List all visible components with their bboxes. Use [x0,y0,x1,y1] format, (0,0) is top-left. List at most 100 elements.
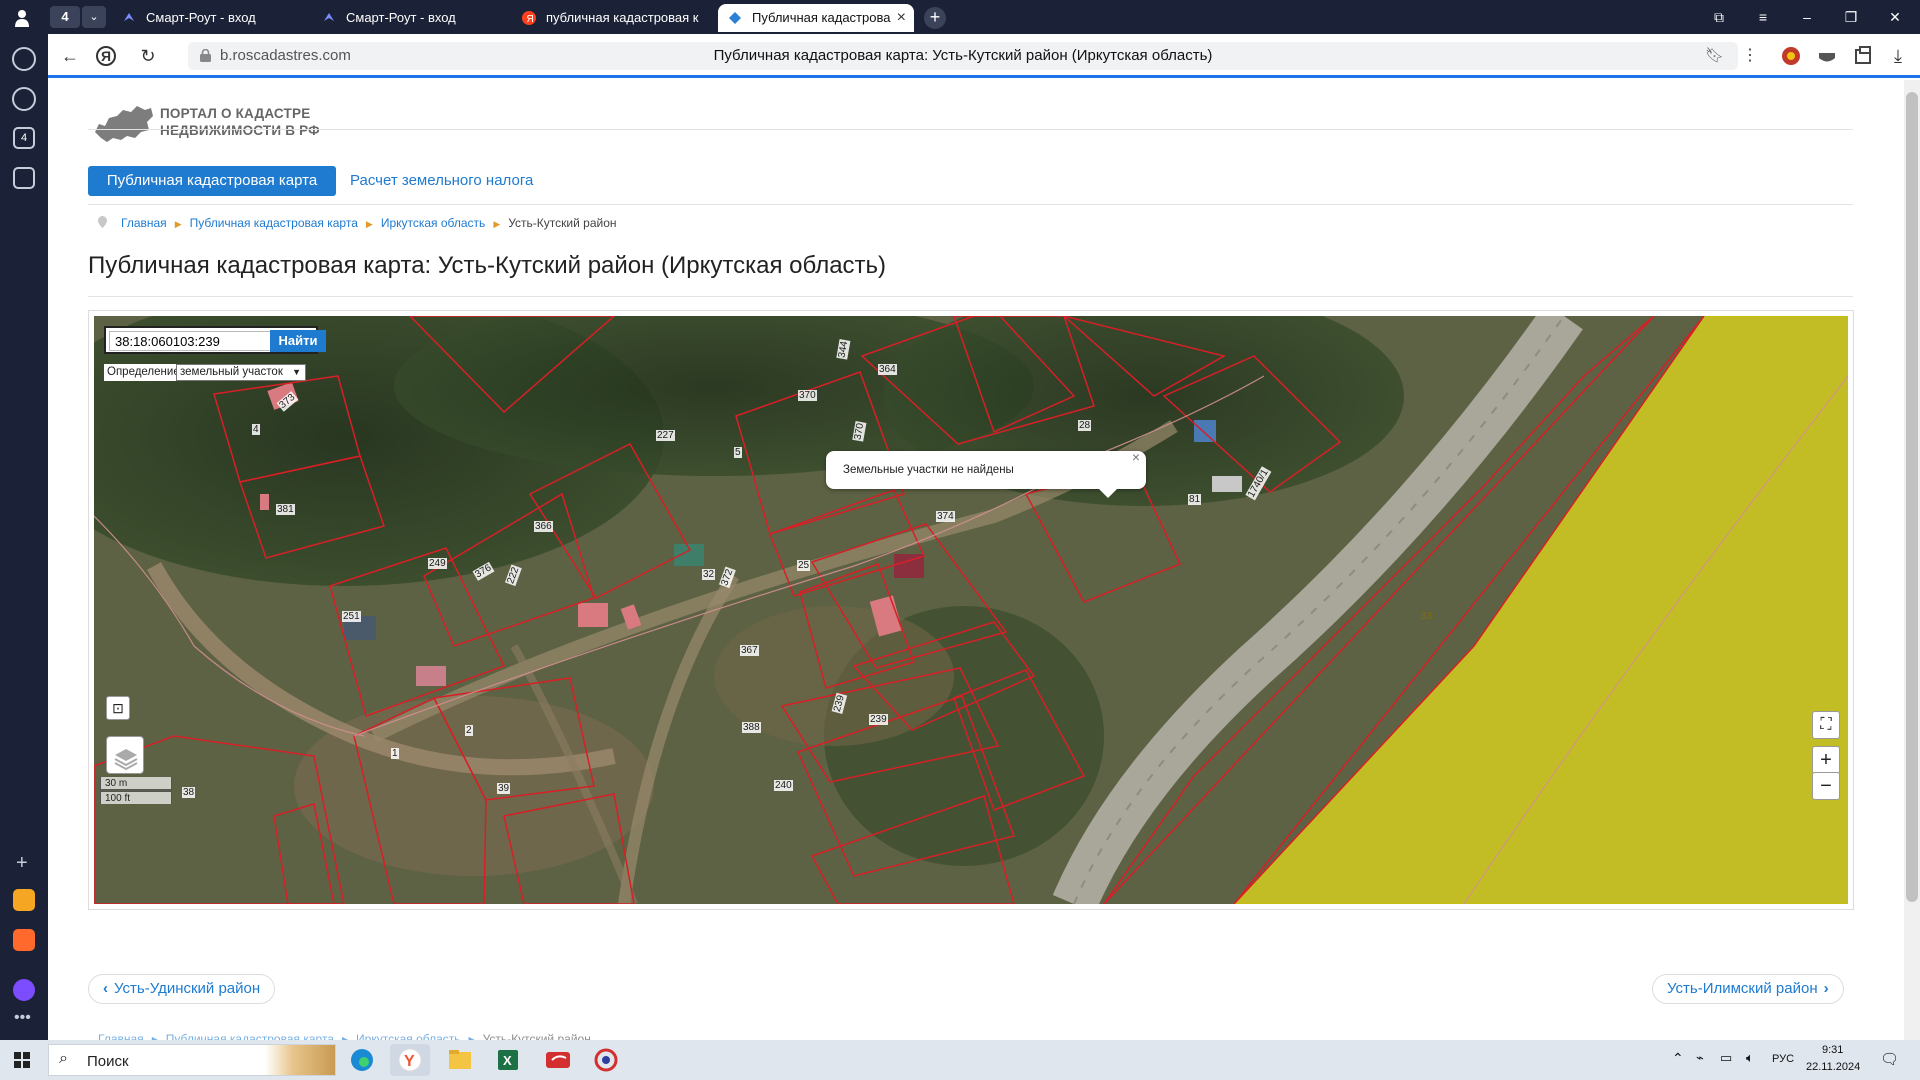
tray-language[interactable]: РУС [1772,1053,1794,1065]
tabs-icon[interactable]: 4 [13,127,35,149]
windows-start-icon[interactable] [14,1052,30,1068]
more-icon[interactable]: ••• [14,1009,31,1027]
parcel-number-label[interactable]: 251 [342,611,361,622]
parcel-number-label[interactable]: 32 [702,569,716,580]
restore-button[interactable]: ❐ [1840,6,1862,28]
breadcrumb-home[interactable]: Главная [98,1032,144,1040]
parcel-number-label[interactable]: 28 [1078,420,1092,431]
cadastral-number-input[interactable] [109,331,279,351]
tray-chevron-icon[interactable]: ⌃ [1672,1050,1684,1067]
close-icon[interactable]: × [897,4,906,32]
close-icon[interactable]: × [1132,438,1140,476]
menu-icon[interactable]: ≡ [1752,6,1774,28]
cadastral-map[interactable]: 373 4 381 249 376 222 366 227 5 370 344 364 370 28 374… [94,316,1848,904]
add-icon[interactable]: + [16,852,28,875]
bookmarks-icon[interactable]: ⧉ [1708,6,1730,28]
tab-smart-route-1[interactable]: Смарт-Роут - вход [112,4,312,32]
extension-icon[interactable] [1780,45,1802,67]
breadcrumb-cadastral-map[interactable]: Публичная кадастровая карта [190,216,358,230]
zoom-out-button[interactable]: − [1812,772,1840,800]
next-district-button[interactable]: Усть-Илимский район › [1652,974,1844,1004]
taskbar-file-explorer[interactable] [440,1044,480,1076]
parcel-number-label[interactable]: 5 [734,447,742,458]
parcel-number-label[interactable]: 388 [742,722,761,733]
breadcrumb-separator-icon: ▸ [342,1032,349,1040]
find-button[interactable]: Найти [270,330,326,352]
tray-date[interactable]: 22.11.2024 [1806,1061,1860,1073]
more-vertical-icon[interactable]: ⋮ [1738,44,1762,68]
new-tab-button[interactable]: + [924,7,946,29]
scrollbar-thumb[interactable] [1906,92,1918,902]
parcel-number-label[interactable]: 81 [1188,494,1202,505]
parcel-number-label[interactable]: 2 [465,725,473,736]
definition-select[interactable]: земельный участок ▼ [176,364,306,381]
parcel-number-label[interactable]: 39 [497,783,511,794]
taskbar-edge[interactable] [342,1044,382,1076]
back-icon[interactable]: ← [58,44,82,68]
reload-icon[interactable]: ↻ [136,44,160,68]
tray-network-icon[interactable]: ⌁ [1696,1050,1704,1066]
download-icon[interactable]: ⤓ [1886,44,1910,68]
zoom-in-button[interactable]: + [1812,746,1840,774]
taskbar-app-circle[interactable] [586,1044,626,1076]
taskbar-app-red[interactable] [538,1044,578,1076]
map-canvas[interactable] [94,316,1848,904]
mail-icon[interactable] [13,929,35,951]
taskbar-excel[interactable]: X [488,1044,528,1076]
yandex-icon: Я [522,11,536,25]
breadcrumb-cadastral-map[interactable]: Публичная кадастровая карта [166,1032,334,1040]
fullscreen-icon[interactable]: ⛶ [1812,711,1840,739]
crop-icon[interactable]: ⊡ [106,696,130,720]
parcel-number-label[interactable]: 38 [182,787,196,798]
site-logo-text[interactable]: ПОРТАЛ О КАДАСТРЕ НЕДВИЖИМОСТИ В РФ [160,105,320,139]
breadcrumb-irkutsk[interactable]: Иркутская область [381,216,486,230]
close-window-button[interactable]: ✕ [1884,6,1906,28]
parcel-number-label[interactable]: 33 [1420,611,1433,622]
tab-cadastral-map[interactable]: Публичная кадастрова × [718,4,914,32]
screenshot-icon[interactable] [13,167,35,189]
nav-land-tax[interactable]: Расчет земельного налога [350,172,533,189]
parcel-number-label[interactable]: 227 [656,430,675,441]
history-icon[interactable] [12,47,36,71]
parcel-number-label[interactable]: 381 [276,504,295,515]
parcel-number-label[interactable]: 366 [534,521,553,532]
parcel-number-label[interactable]: 374 [936,511,955,522]
parcel-number-label[interactable]: 240 [774,780,793,791]
profile-icon[interactable] [12,8,32,28]
tray-display-icon[interactable]: ▭ [1720,1050,1732,1066]
prev-district-button[interactable]: ‹ Усть-Удинский район [88,974,276,1004]
bookmark-icon[interactable]: 🔖︎ [1705,46,1724,64]
parcel-number-label[interactable]: 25 [797,560,811,571]
taskbar-search[interactable]: ⌕ Поиск [48,1044,336,1076]
layers-button[interactable] [106,736,144,774]
parcel-number-label[interactable]: 4 [252,424,260,435]
vpn-icon[interactable] [1816,45,1838,67]
breadcrumb-home[interactable]: Главная [121,216,167,230]
smart-route-icon [324,13,334,21]
parcel-number-label[interactable]: 367 [740,645,759,656]
app-icon-orange[interactable] [13,889,35,911]
notifications-icon[interactable]: 🗨︎ [1880,1050,1899,1068]
russia-map-logo-icon[interactable] [93,102,155,144]
parcel-number-label[interactable]: 1 [391,748,399,759]
tab-yandex-search[interactable]: Я публичная кадастровая к [512,4,712,32]
alice-icon[interactable] [13,979,35,1001]
minimize-button[interactable]: – [1796,6,1818,28]
divider [88,296,1853,297]
tab-count-button[interactable]: 4 [50,6,80,28]
play-icon[interactable] [12,87,36,111]
parcel-number-label[interactable]: 239 [869,714,888,725]
chevron-down-icon[interactable]: ⌄ [82,6,106,28]
parcel-number-label[interactable]: 249 [428,558,447,569]
taskbar-yandex-browser[interactable]: Y [390,1044,430,1076]
collections-icon[interactable] [1852,45,1874,67]
nav-cadastral-map[interactable]: Публичная кадастровая карта [88,166,336,196]
tray-time[interactable]: 9:31 [1822,1044,1843,1056]
breadcrumb-irkutsk[interactable]: Иркутская область [356,1032,461,1040]
tray-volume-icon[interactable]: 🔈︎ [1746,1050,1754,1066]
tab-smart-route-2[interactable]: Смарт-Роут - вход [312,4,512,32]
parcel-number-label[interactable]: 364 [878,364,897,375]
yandex-button[interactable]: Я [96,46,116,66]
url-field[interactable]: b.roscadastres.com Публичная кадастровая… [188,42,1738,70]
parcel-number-label[interactable]: 370 [798,390,817,401]
